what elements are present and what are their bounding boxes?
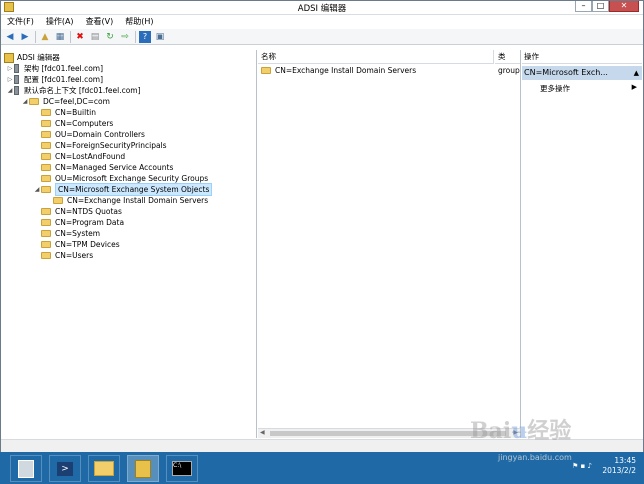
title-bar: ADSI 编辑器 – □ ✕ bbox=[1, 1, 643, 15]
volume-icon[interactable]: ♪ bbox=[588, 462, 592, 470]
tree-node[interactable]: CN=NTDS Quotas bbox=[41, 206, 122, 217]
adsi-window: ADSI 编辑器 – □ ✕ 文件(F) 操作(A) 查看(V) 帮助(H) ◀… bbox=[0, 0, 644, 452]
server-icon bbox=[14, 64, 19, 73]
column-header-type[interactable]: 类 bbox=[495, 50, 520, 64]
watermark-url: jingyan.baidu.com bbox=[498, 453, 572, 462]
cmd-icon: C:\ bbox=[172, 461, 192, 476]
tree-node[interactable]: CN=ForeignSecurityPrincipals bbox=[41, 140, 167, 151]
tree-node[interactable]: CN=System bbox=[41, 228, 100, 239]
expand-arrow-icon[interactable]: ▷ bbox=[6, 63, 14, 74]
menu-help[interactable]: 帮助(H) bbox=[119, 15, 159, 28]
minimize-button[interactable]: – bbox=[575, 1, 592, 12]
collapse-arrow-icon[interactable]: ◢ bbox=[21, 96, 29, 107]
collapse-up-icon[interactable]: ▲ bbox=[634, 66, 639, 80]
toolbar: ◀ ▶ ▲ ▦ ✖ ▤ ↻ ⇨ ? ▣ bbox=[1, 29, 643, 45]
actions-pane: 操作 CN=Microsoft Exch... ▲ 更多操作 ▶ bbox=[522, 50, 642, 438]
server-manager-icon bbox=[18, 459, 34, 478]
adsi-icon bbox=[135, 459, 151, 478]
column-header-name[interactable]: 名称 bbox=[258, 50, 494, 64]
folder-icon bbox=[41, 153, 51, 160]
back-icon[interactable]: ◀ bbox=[4, 31, 16, 43]
maximize-button[interactable]: □ bbox=[592, 1, 609, 12]
server-icon bbox=[14, 75, 19, 84]
folder-icon bbox=[41, 109, 51, 116]
folder-icon bbox=[41, 241, 51, 248]
expand-arrow-icon[interactable]: ▷ bbox=[6, 74, 14, 85]
list-item[interactable]: CN=Exchange Install Domain Servers bbox=[261, 65, 416, 76]
server-manager-button[interactable] bbox=[10, 455, 42, 482]
folder-icon bbox=[53, 197, 63, 204]
tree-node-schema[interactable]: ▷ 架构 [fdc01.feel.com] bbox=[6, 63, 103, 74]
delete-icon[interactable]: ✖ bbox=[74, 31, 86, 43]
folder-icon bbox=[94, 461, 114, 476]
adsi-edit-taskbar-button[interactable] bbox=[127, 455, 159, 482]
tree-node[interactable]: CN=Program Data bbox=[41, 217, 124, 228]
menu-view[interactable]: 查看(V) bbox=[80, 15, 120, 28]
folder-icon bbox=[29, 98, 39, 105]
export-list-icon[interactable]: ⇨ bbox=[119, 31, 131, 43]
help-icon[interactable]: ? bbox=[139, 30, 151, 43]
menu-action[interactable]: 操作(A) bbox=[40, 15, 80, 28]
show-hide-action-pane-icon[interactable]: ▣ bbox=[154, 31, 166, 43]
forward-icon[interactable]: ▶ bbox=[19, 31, 31, 43]
refresh-icon[interactable]: ↻ bbox=[104, 31, 116, 43]
list-item-type: group bbox=[498, 66, 520, 75]
tree-root[interactable]: ADSI 编辑器 bbox=[4, 52, 60, 63]
folder-icon bbox=[41, 142, 51, 149]
folder-icon bbox=[41, 131, 51, 138]
clock[interactable]: 13:45 2013/2/2 bbox=[602, 456, 636, 476]
network-icon[interactable]: ▪ bbox=[581, 462, 586, 470]
properties-icon[interactable]: ▤ bbox=[89, 31, 101, 43]
tree-node[interactable]: OU=Domain Controllers bbox=[41, 129, 145, 140]
show-hide-tree-icon[interactable]: ▦ bbox=[54, 31, 66, 43]
system-tray[interactable]: ⚑ ▪ ♪ bbox=[572, 462, 592, 470]
actions-selected-object[interactable]: CN=Microsoft Exch... ▲ bbox=[522, 66, 642, 80]
scroll-left-icon[interactable]: ◀ bbox=[260, 429, 265, 436]
menu-bar: 文件(F) 操作(A) 查看(V) 帮助(H) bbox=[1, 15, 643, 28]
cmd-button[interactable]: C:\ bbox=[166, 455, 198, 482]
up-folder-icon[interactable]: ▲ bbox=[39, 31, 51, 43]
explorer-button[interactable] bbox=[88, 455, 120, 482]
menu-file[interactable]: 文件(F) bbox=[1, 15, 40, 28]
folder-icon bbox=[41, 230, 51, 237]
actions-header: 操作 bbox=[522, 50, 642, 64]
tree-node-default-naming[interactable]: ◢ 默认命名上下文 [fdc01.feel.com] bbox=[6, 85, 141, 96]
folder-icon bbox=[41, 208, 51, 215]
tree-node[interactable]: CN=Exchange Install Domain Servers bbox=[53, 195, 208, 206]
tree-node[interactable]: CN=LostAndFound bbox=[41, 151, 125, 162]
tree-node[interactable]: CN=Managed Service Accounts bbox=[41, 162, 173, 173]
list-pane: 名称 类 CN=Exchange Install Domain Servers … bbox=[258, 50, 521, 438]
adsi-icon bbox=[4, 52, 14, 63]
powershell-button[interactable]: > bbox=[49, 455, 81, 482]
tree-node-selected[interactable]: ◢ CN=Microsoft Exchange System Objects bbox=[33, 183, 213, 196]
close-button[interactable]: ✕ bbox=[609, 1, 639, 12]
watermark-logo: Baiʉ经验 bbox=[470, 418, 572, 444]
folder-icon bbox=[41, 175, 51, 182]
tree-node[interactable]: CN=Users bbox=[41, 250, 93, 261]
folder-icon bbox=[41, 186, 51, 193]
folder-icon bbox=[41, 120, 51, 127]
more-actions-item[interactable]: 更多操作 bbox=[540, 83, 570, 94]
flag-icon[interactable]: ⚑ bbox=[572, 462, 578, 470]
tree-node-config[interactable]: ▷ 配置 [fdc01.feel.com] bbox=[6, 74, 103, 85]
folder-icon bbox=[41, 164, 51, 171]
tree-pane: ADSI 编辑器 ▷ 架构 [fdc01.feel.com] ▷ 配置 [fdc… bbox=[1, 50, 257, 438]
submenu-arrow-icon: ▶ bbox=[631, 83, 637, 91]
window-title: ADSI 编辑器 bbox=[297, 4, 347, 14]
server-icon bbox=[14, 86, 19, 95]
collapse-arrow-icon[interactable]: ◢ bbox=[33, 184, 41, 195]
tree-node[interactable]: CN=TPM Devices bbox=[41, 239, 120, 250]
tree-node[interactable]: CN=Builtin bbox=[41, 107, 96, 118]
tree-node[interactable]: CN=Computers bbox=[41, 118, 113, 129]
folder-icon bbox=[41, 219, 51, 226]
folder-icon bbox=[261, 67, 271, 74]
powershell-icon: > bbox=[57, 461, 73, 476]
collapse-arrow-icon[interactable]: ◢ bbox=[6, 85, 14, 96]
folder-icon bbox=[41, 252, 51, 259]
tree-node-domain[interactable]: ◢ DC=feel,DC=com bbox=[21, 96, 110, 107]
